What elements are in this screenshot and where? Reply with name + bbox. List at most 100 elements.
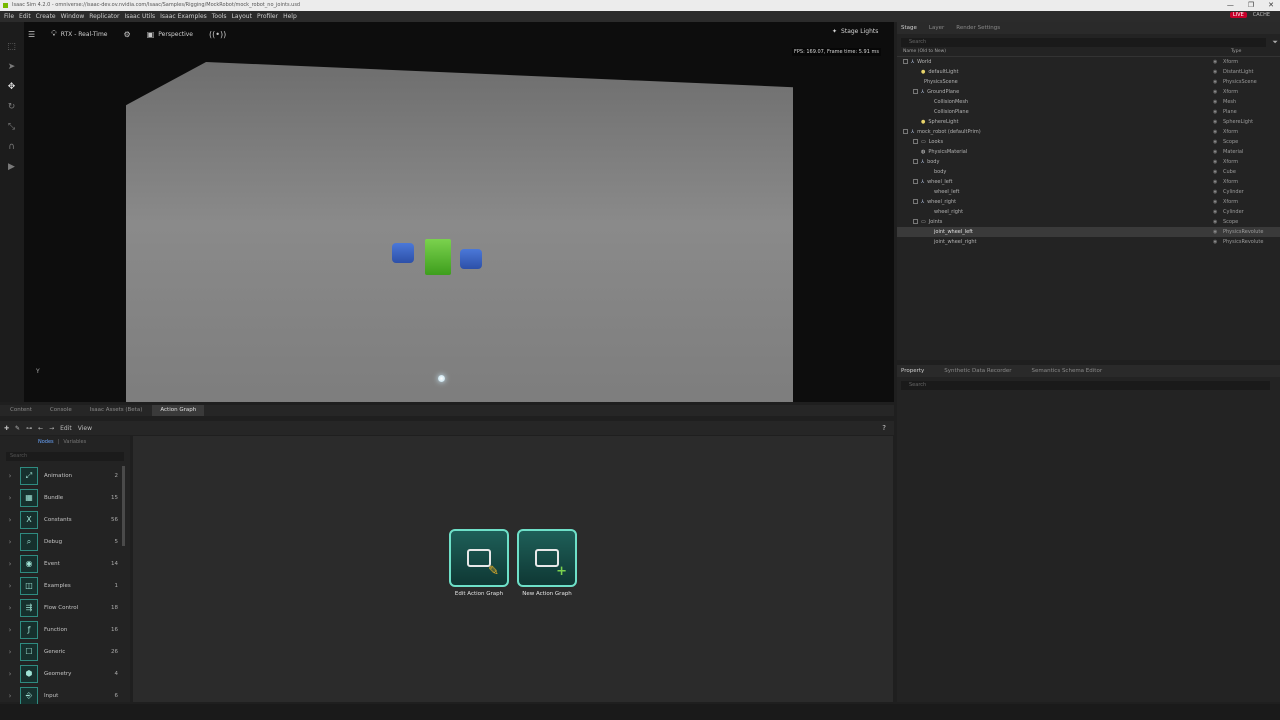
sphere-light[interactable] xyxy=(438,375,445,382)
node-category-item[interactable]: › ☐ Generic 26 xyxy=(0,641,130,663)
chevron-right-icon[interactable]: › xyxy=(0,604,20,612)
expand-toggle-icon[interactable] xyxy=(913,179,918,184)
expand-toggle-icon[interactable] xyxy=(903,129,908,134)
menu-replicator[interactable]: Replicator xyxy=(89,13,119,20)
edit-icon[interactable]: ✎ xyxy=(15,425,20,432)
robot-body[interactable] xyxy=(425,239,451,275)
stage-tree-row[interactable]: CollisionMesh ◉ Mesh xyxy=(897,97,1280,107)
tab-nodes[interactable]: Nodes xyxy=(38,439,54,445)
chevron-right-icon[interactable]: › xyxy=(0,692,20,700)
node-category-item[interactable]: › X Constants 56 xyxy=(0,509,130,531)
visibility-eye-icon[interactable]: ◉ xyxy=(1213,179,1223,185)
snap-tool-icon[interactable]: ∩ xyxy=(6,142,17,153)
visibility-eye-icon[interactable]: ◉ xyxy=(1213,219,1223,225)
visibility-eye-icon[interactable]: ◉ xyxy=(1213,69,1223,75)
menu-view-graph[interactable]: View xyxy=(78,425,92,432)
back-icon[interactable]: ← xyxy=(38,425,43,432)
menu-window[interactable]: Window xyxy=(61,13,85,20)
chevron-right-icon[interactable]: › xyxy=(0,582,20,590)
close-button[interactable]: ✕ xyxy=(1268,0,1274,11)
camera-button[interactable]: ▣ Perspective xyxy=(143,27,197,41)
menu-profiler[interactable]: Profiler xyxy=(257,13,278,20)
visibility-eye-icon[interactable]: ◉ xyxy=(1213,239,1223,245)
tab-layer[interactable]: Layer xyxy=(929,25,944,31)
viewport[interactable]: ⬚ ➤ ✥ ↻ ⤡ ∩ ▶ ☰ 💡︎ RTX - Real-Time ⚙ ▣ P… xyxy=(0,22,894,402)
stage-tree-row[interactable]: ⅄ mock_robot (defaultPrim) ◉ Xform xyxy=(897,127,1280,137)
minimize-button[interactable]: — xyxy=(1227,0,1234,11)
expand-toggle-icon[interactable] xyxy=(913,89,918,94)
action-graph-canvas[interactable]: ✎ Edit Action Graph + New Action Graph xyxy=(133,436,893,702)
menu-tools[interactable]: Tools xyxy=(212,13,227,20)
tab-semantics-schema-editor[interactable]: Semantics Schema Editor xyxy=(1032,368,1103,374)
stage-tree-row[interactable]: wheel_left ◉ Cylinder xyxy=(897,187,1280,197)
pointer-tool-icon[interactable]: ➤ xyxy=(6,62,17,73)
render-mode-button[interactable]: 💡︎ RTX - Real-Time xyxy=(47,27,111,41)
node-category-item[interactable]: › ▦ Bundle 15 xyxy=(0,487,130,509)
node-library-scrollbar[interactable] xyxy=(122,466,125,546)
column-type-header[interactable]: Type xyxy=(1231,49,1241,56)
stage-tree-row[interactable]: PhysicsScene ◉ PhysicsScene xyxy=(897,77,1280,87)
stage-tree-row[interactable]: CollisionPlane ◉ Plane xyxy=(897,107,1280,117)
chevron-right-icon[interactable]: › xyxy=(0,648,20,656)
tab-content[interactable]: Content xyxy=(2,405,40,416)
stage-tree-row[interactable]: ● defaultLight ◉ DistantLight xyxy=(897,67,1280,77)
settings-button[interactable]: ⚙ xyxy=(120,27,135,41)
chevron-right-icon[interactable]: › xyxy=(0,538,20,546)
menu-file[interactable]: File xyxy=(4,13,14,20)
stage-tree-row[interactable]: wheel_right ◉ Cylinder xyxy=(897,207,1280,217)
filter-icon[interactable]: ⏷ xyxy=(1272,38,1278,47)
expand-toggle-icon[interactable] xyxy=(913,159,918,164)
visibility-eye-icon[interactable]: ◉ xyxy=(1213,99,1223,105)
link-icon[interactable]: ⊶ xyxy=(26,425,32,432)
cache-indicator[interactable]: CACHE xyxy=(1253,12,1270,18)
menu-layout[interactable]: Layout xyxy=(232,13,252,20)
menu-isaac-utils[interactable]: Isaac Utils xyxy=(124,13,155,20)
node-category-item[interactable]: › ⬢ Geometry 4 xyxy=(0,663,130,685)
stage-tree-row[interactable]: ⅄ body ◉ Xform xyxy=(897,157,1280,167)
menu-isaac-examples[interactable]: Isaac Examples xyxy=(160,13,207,20)
visibility-eye-icon[interactable]: ◉ xyxy=(1213,129,1223,135)
tab-isaac-assets[interactable]: Isaac Assets (Beta) xyxy=(82,405,151,416)
visibility-eye-icon[interactable]: ◉ xyxy=(1213,229,1223,235)
stage-tree-row[interactable]: body ◉ Cube xyxy=(897,167,1280,177)
visibility-eye-icon[interactable]: ◉ xyxy=(1213,159,1223,165)
node-category-item[interactable]: › ⤢ Animation 2 xyxy=(0,465,130,487)
visibility-eye-icon[interactable]: ◉ xyxy=(1213,59,1223,65)
edit-action-graph-button[interactable]: ✎ Edit Action Graph xyxy=(449,529,509,597)
stage-search-input[interactable]: Search ⏷ xyxy=(901,38,1278,47)
chevron-right-icon[interactable]: › xyxy=(0,494,20,502)
stage-tree-row[interactable]: joint_wheel_right ◉ PhysicsRevolute xyxy=(897,237,1280,247)
expand-toggle-icon[interactable] xyxy=(913,199,918,204)
chevron-right-icon[interactable]: › xyxy=(0,670,20,678)
visibility-eye-icon[interactable]: ◉ xyxy=(1213,89,1223,95)
tab-variables[interactable]: Variables xyxy=(63,439,86,445)
node-category-item[interactable]: › ⌕ Debug 5 xyxy=(0,531,130,553)
node-category-item[interactable]: › ⇶ Flow Control 18 xyxy=(0,597,130,619)
hamburger-menu-button[interactable]: ☰ xyxy=(24,27,39,41)
mock-robot[interactable] xyxy=(392,237,486,277)
stage-tree-row[interactable]: joint_wheel_left ◉ PhysicsRevolute xyxy=(897,227,1280,237)
expand-toggle-icon[interactable] xyxy=(913,219,918,224)
chevron-right-icon[interactable]: › xyxy=(0,516,20,524)
stage-lights-button[interactable]: ✦ Stage Lights xyxy=(832,28,878,35)
column-name-header[interactable]: Name (Old to New) xyxy=(903,49,1219,56)
visibility-eye-icon[interactable]: ◉ xyxy=(1213,169,1223,175)
stage-tree-row[interactable]: ● SphereLight ◉ SphereLight xyxy=(897,117,1280,127)
node-category-item[interactable]: › ◫ Examples 1 xyxy=(0,575,130,597)
tab-synthetic-data-recorder[interactable]: Synthetic Data Recorder xyxy=(944,368,1011,374)
expand-toggle-icon[interactable] xyxy=(913,139,918,144)
play-tool-icon[interactable]: ▶ xyxy=(6,162,17,173)
wheel-right[interactable] xyxy=(460,249,482,269)
menu-edit[interactable]: Edit xyxy=(19,13,31,20)
chevron-right-icon[interactable]: › xyxy=(0,560,20,568)
tab-console[interactable]: Console xyxy=(42,405,80,416)
chevron-right-icon[interactable]: › xyxy=(0,626,20,634)
visibility-button[interactable]: ((•)) xyxy=(205,27,230,41)
tab-property[interactable]: Property xyxy=(901,368,924,374)
stage-tree-row[interactable]: ⅄ wheel_left ◉ Xform xyxy=(897,177,1280,187)
visibility-eye-icon[interactable]: ◉ xyxy=(1213,79,1223,85)
node-category-item[interactable]: › ◉ Event 14 xyxy=(0,553,130,575)
maximize-button[interactable]: ❐ xyxy=(1248,0,1254,11)
visibility-eye-icon[interactable]: ◉ xyxy=(1213,149,1223,155)
stage-tree-row[interactable]: ◍ PhysicsMaterial ◉ Material xyxy=(897,147,1280,157)
